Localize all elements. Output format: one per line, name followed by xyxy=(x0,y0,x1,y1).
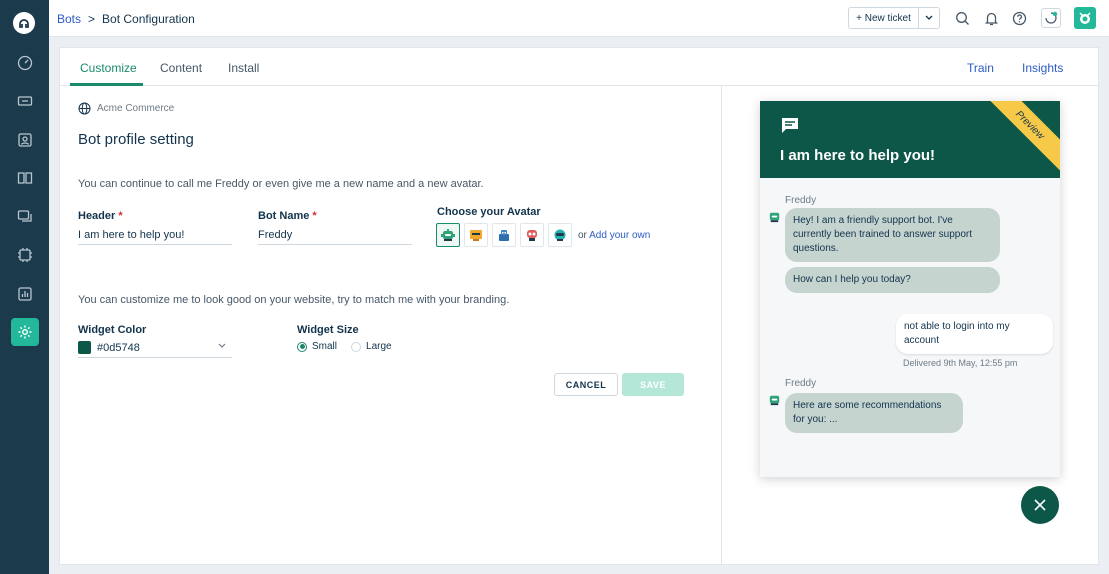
widget-color-select[interactable]: #0d5748 xyxy=(78,338,232,358)
chat-bubble-icon xyxy=(782,118,798,133)
widget-close-button[interactable] xyxy=(1021,486,1059,524)
add-own-avatar-link[interactable]: Add your own xyxy=(589,230,650,241)
chevron-down-icon xyxy=(925,15,933,20)
config-tabs: Customize Content Install Train Insights xyxy=(60,48,1100,86)
profile-intro-text: You can continue to call me Freddy or ev… xyxy=(78,178,484,190)
reports-icon[interactable] xyxy=(0,279,49,309)
left-nav-rail xyxy=(0,0,49,574)
breadcrumb-bots-link[interactable]: Bots xyxy=(57,12,81,26)
size-small-label: Small xyxy=(312,341,338,352)
size-small-radio[interactable]: Small xyxy=(297,341,337,352)
breadcrumb-separator: > xyxy=(88,12,96,26)
widget-title: I am here to help you! xyxy=(780,147,936,164)
freshdesk-logo-icon[interactable] xyxy=(13,12,35,34)
bot-avatar-icon xyxy=(769,212,780,223)
bot-icon[interactable] xyxy=(0,240,49,270)
tab-insights[interactable]: Insights xyxy=(1022,61,1063,75)
tickets-icon[interactable] xyxy=(0,86,49,116)
tab-train[interactable]: Train xyxy=(967,61,994,75)
widget-size-label: Widget Size xyxy=(297,324,359,336)
help-icon[interactable] xyxy=(1009,8,1029,28)
page-title: Bot Configuration xyxy=(102,12,195,26)
avatar-label: Choose your Avatar xyxy=(437,206,541,218)
widget-size-radio-group: Small Large xyxy=(297,341,392,352)
header-label-text: Header xyxy=(78,210,116,222)
widget-color-label: Widget Color xyxy=(78,324,147,336)
bot-message: Hey! I am a friendly support bot. I've c… xyxy=(785,208,1000,262)
contacts-icon[interactable] xyxy=(0,125,49,155)
avatar-option-teal-bot[interactable] xyxy=(548,223,572,247)
tab-install[interactable]: Install xyxy=(228,61,259,75)
avatar-option-blue-bot[interactable] xyxy=(492,223,516,247)
user-message: not able to login into my account xyxy=(896,314,1053,354)
preview-ribbon: Preview xyxy=(979,101,1060,176)
new-ticket-dropdown-toggle[interactable] xyxy=(919,8,939,28)
new-ticket-button[interactable]: + New ticket xyxy=(849,8,919,28)
chevron-down-icon xyxy=(218,343,226,348)
bot-message: Here are some recommendations for you: .… xyxy=(785,393,963,433)
notifications-bell-icon[interactable] xyxy=(981,8,1001,28)
delivery-status: Delivered 9th May, 12:55 pm xyxy=(903,358,1018,368)
widget-header: I am here to help you! Preview xyxy=(760,101,1060,178)
bot-name-input[interactable] xyxy=(258,225,412,245)
size-large-radio[interactable]: Large xyxy=(351,341,392,352)
bot-message: How can I help you today? xyxy=(785,267,1000,293)
apps-status-icon[interactable] xyxy=(1041,8,1061,28)
radio-unselected-icon xyxy=(351,341,362,352)
required-mark: * xyxy=(312,210,317,222)
bot-widget-preview: I am here to help you! Preview Freddy He… xyxy=(760,101,1060,477)
globe-icon xyxy=(78,102,91,115)
tab-customize[interactable]: Customize xyxy=(80,61,137,75)
cancel-button[interactable]: CANCEL xyxy=(554,373,618,396)
required-mark: * xyxy=(118,210,123,222)
admin-settings-icon[interactable] xyxy=(0,317,49,347)
avatar-option-orange-bot[interactable] xyxy=(464,223,488,247)
orange-bot-avatar-icon xyxy=(470,230,482,241)
dashboard-icon[interactable] xyxy=(0,48,49,78)
profile-settings-panel: Acme Commerce Bot profile setting You ca… xyxy=(60,86,722,564)
size-large-label: Large xyxy=(366,341,392,352)
avatar-picker: or Add your own xyxy=(436,223,650,247)
branding-intro-text: You can customize me to look good on you… xyxy=(78,294,510,306)
header-field-label: Header * xyxy=(78,210,123,222)
color-swatch xyxy=(78,341,91,354)
search-icon[interactable] xyxy=(952,8,972,28)
breadcrumb: Bots > Bot Configuration xyxy=(57,12,195,26)
new-ticket-split-button: + New ticket xyxy=(848,7,940,29)
forums-icon[interactable] xyxy=(0,201,49,231)
avatar-option-red-bot[interactable] xyxy=(520,223,544,247)
widget-conversation: Freddy Hey! I am a friendly support bot.… xyxy=(760,178,1060,477)
save-button[interactable]: SAVE xyxy=(622,373,684,396)
message-sender: Freddy xyxy=(785,378,817,389)
top-bar: Bots > Bot Configuration + New ticket xyxy=(49,0,1109,37)
avatar-option-green-bot[interactable] xyxy=(436,223,460,247)
message-sender: Freddy xyxy=(785,195,817,206)
widget-color-value: #0d5748 xyxy=(97,341,140,354)
header-input[interactable] xyxy=(78,225,232,245)
green-bot-avatar-icon xyxy=(441,229,455,241)
red-bot-avatar-icon xyxy=(527,230,537,241)
user-avatar[interactable] xyxy=(1074,7,1096,29)
org-name: Acme Commerce xyxy=(97,103,175,114)
section-title: Bot profile setting xyxy=(78,131,194,148)
blue-bot-avatar-icon xyxy=(499,230,509,241)
or-text: or xyxy=(578,229,587,241)
solutions-icon[interactable] xyxy=(0,163,49,193)
radio-selected-icon xyxy=(297,341,307,352)
bot-name-label-text: Bot Name xyxy=(258,210,310,222)
bot-avatar-icon xyxy=(769,395,780,406)
bot-name-field-label: Bot Name * xyxy=(258,210,317,222)
tab-content[interactable]: Content xyxy=(160,61,202,75)
add-own-avatar: or Add your own xyxy=(578,230,650,241)
close-icon xyxy=(1034,499,1046,511)
org-label: Acme Commerce xyxy=(78,102,174,115)
teal-bot-avatar-icon xyxy=(554,229,566,241)
